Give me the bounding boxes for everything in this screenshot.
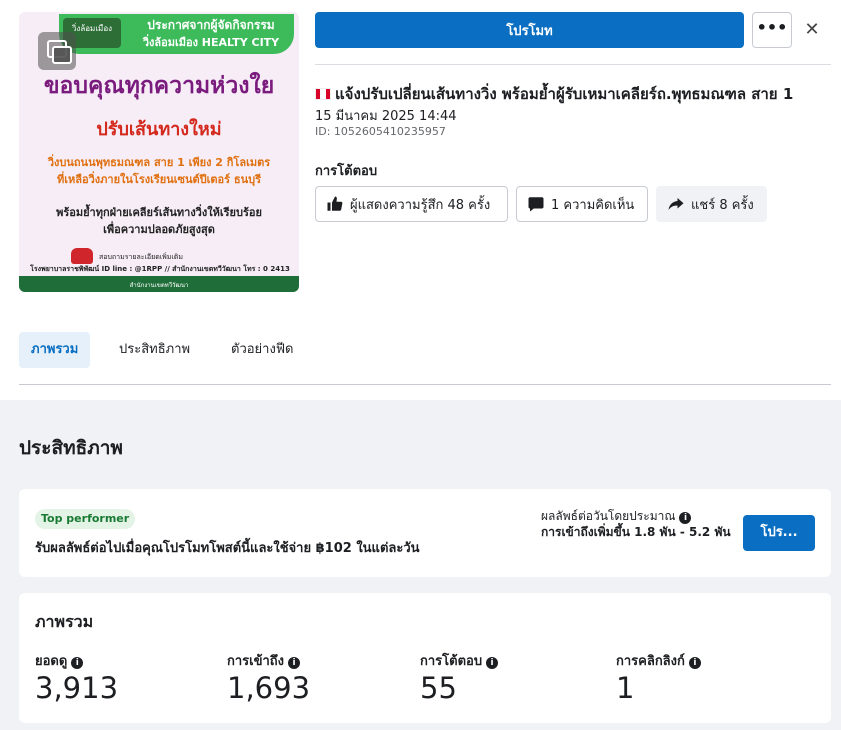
promote-button[interactable]: โปรโมท: [315, 12, 744, 48]
thumbnail-header-line2: วิ่งล้อมเมือง HEALTY CITY: [142, 36, 280, 49]
metric-link-clicks-value: 1: [616, 671, 635, 705]
overview-title: ภาพรวม: [35, 612, 94, 631]
estimated-results-value: การเข้าถึงเพิ่มขึ้น 1.8 พัน - 5.2 พัน: [541, 525, 731, 539]
thumbnail-footer: สำนักงานเขตทวีวัฒนา: [19, 276, 299, 292]
post-title-text: แจ้งปรับเปลี่ยนเส้นทางวิ่ง พร้อมย้ำผู้รั…: [335, 85, 794, 103]
tab-feed-preview[interactable]: ตัวอย่างฟีด: [219, 332, 305, 368]
tabs-divider: [19, 384, 831, 385]
thumbnail-title: ขอบคุณทุกความห่วงใย: [43, 73, 275, 99]
phone-icon: [71, 248, 93, 264]
thumbnail-subtitle: ปรับเส้นทางใหม่: [96, 119, 222, 140]
info-icon[interactable]: i: [71, 657, 84, 669]
metric-link-clicks-label-text: การคลิกลิงก์: [616, 654, 685, 669]
info-icon[interactable]: i: [486, 657, 499, 669]
post-id: ID: 1052605410235957: [315, 125, 446, 138]
multi-image-icon: [38, 32, 76, 70]
post-thumbnail[interactable]: วิ่งล้อมเมือง ประกาศจากผู้จัดกิจกรรม วิ่…: [19, 12, 299, 292]
post-detail-panel: วิ่งล้อมเมือง ประกาศจากผู้จัดกิจกรรม วิ่…: [0, 0, 841, 400]
comments-label: 1 ความคิดเห็น: [551, 197, 635, 213]
comments-button[interactable]: 1 ความคิดเห็น: [516, 186, 648, 222]
thumbnail-route-line2: ที่เหลือวิ่งภายในโรงเรียนเซนต์ปีเตอร์ ธน…: [57, 173, 261, 186]
metric-engagement-label: การโต้ตอบ i: [420, 650, 499, 671]
reactions-label: ผู้แสดงความรู้สึก 48 ครั้ง: [350, 197, 491, 213]
metric-views-label-text: ยอดดู: [35, 654, 68, 669]
thumbnail-contact-label: สอบถามรายละเอียดเพิ่มเติม: [99, 253, 183, 261]
engagement-label: การโต้ตอบ: [315, 164, 378, 179]
top-performer-badge: Top performer: [35, 509, 136, 529]
thumbnail-safety-line2: เพื่อความปลอดภัยสูงสุด: [103, 223, 215, 236]
metric-reach-value: 1,693: [227, 671, 311, 705]
tab-overview[interactable]: ภาพรวม: [19, 332, 91, 368]
tab-performance[interactable]: ประสิทธิภาพ: [107, 332, 202, 368]
metric-views-value: 3,913: [35, 671, 119, 705]
performance-section-title: ประสิทธิภาพ: [19, 437, 123, 459]
share-icon: [668, 198, 684, 210]
metric-engagement-label-text: การโต้ตอบ: [420, 654, 483, 669]
thumbnail-safety-text: พร้อมย้ำทุกฝ่ายเคลียร์เส้นทางวิ่งให้เรีย…: [19, 204, 299, 238]
info-icon[interactable]: i: [288, 657, 301, 669]
metric-views-label: ยอดดู i: [35, 650, 84, 671]
divider: [315, 64, 831, 65]
thumbnail-route-line1: วิ่งบนถนนพุทธมณฑล สาย 1 เพียง 2 กิโลเมตร: [47, 156, 271, 169]
overview-card: ภาพรวม ยอดดู i 3,913 การเข้าถึง i 1,693 กา…: [19, 593, 831, 723]
promotion-suggestion-card: Top performer รับผลลัพธ์ต่อไปเมื่อคุณโปร…: [19, 489, 831, 577]
thumbs-up-icon: [327, 196, 343, 211]
metric-reach-label: การเข้าถึง i: [227, 650, 301, 671]
thumbnail-route-text: วิ่งบนถนนพุทธมณฑล สาย 1 เพียง 2 กิโลเมตร…: [19, 154, 299, 188]
flag-icon: [315, 88, 331, 100]
close-icon[interactable]: ✕: [800, 18, 824, 42]
shares-button[interactable]: แชร์ 8 ครั้ง: [656, 186, 767, 222]
thumbnail-safety-line1: พร้อมย้ำทุกฝ่ายเคลียร์เส้นทางวิ่งให้เรีย…: [56, 206, 262, 219]
post-title[interactable]: แจ้งปรับเปลี่ยนเส้นทางวิ่ง พร้อมย้ำผู้รั…: [315, 82, 831, 106]
metric-engagement-value: 55: [420, 671, 457, 705]
estimated-results-label-text: ผลลัพธ์ต่อวันโดยประมาณ: [541, 509, 676, 523]
shares-label: แชร์ 8 ครั้ง: [691, 197, 754, 213]
metric-link-clicks-label: การคลิกลิงก์ i: [616, 650, 701, 671]
metric-reach-label-text: การเข้าถึง: [227, 654, 285, 669]
promotion-suggestion-text: รับผลลัพธ์ต่อไปเมื่อคุณโปรโมทโพสต์นี้และ…: [35, 541, 420, 556]
post-date: 15 มีนาคม 2025 14:44: [315, 109, 457, 124]
info-icon[interactable]: i: [679, 512, 692, 524]
info-icon[interactable]: i: [688, 657, 701, 669]
reactions-button[interactable]: ผู้แสดงความรู้สึก 48 ครั้ง: [315, 186, 508, 222]
comment-icon: [528, 197, 544, 212]
promote-post-button[interactable]: โปร...: [743, 515, 815, 551]
more-options-button[interactable]: •••: [752, 12, 792, 48]
